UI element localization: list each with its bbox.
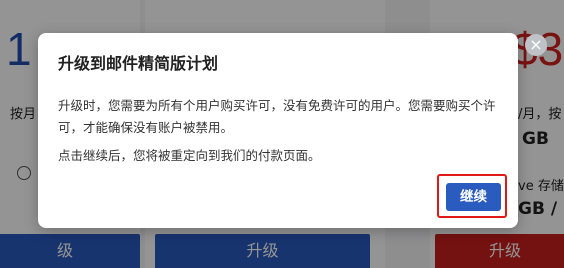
continue-button[interactable]: 继续 xyxy=(446,183,501,211)
close-icon[interactable]: × xyxy=(525,34,547,56)
dialog-body: 升级时，您需要为所有个用户购买许可，没有免费许可的用户。您需要购买个许可，才能确… xyxy=(58,95,498,167)
dialog-paragraph: 升级时，您需要为所有个用户购买许可，没有免费许可的用户。您需要购买个许可，才能确… xyxy=(58,98,496,135)
dialog-title: 升级到邮件精简版计划 xyxy=(58,54,219,73)
dialog-paragraph: 点击继续后，您将被重定向到我们的付款页面。 xyxy=(58,148,321,163)
